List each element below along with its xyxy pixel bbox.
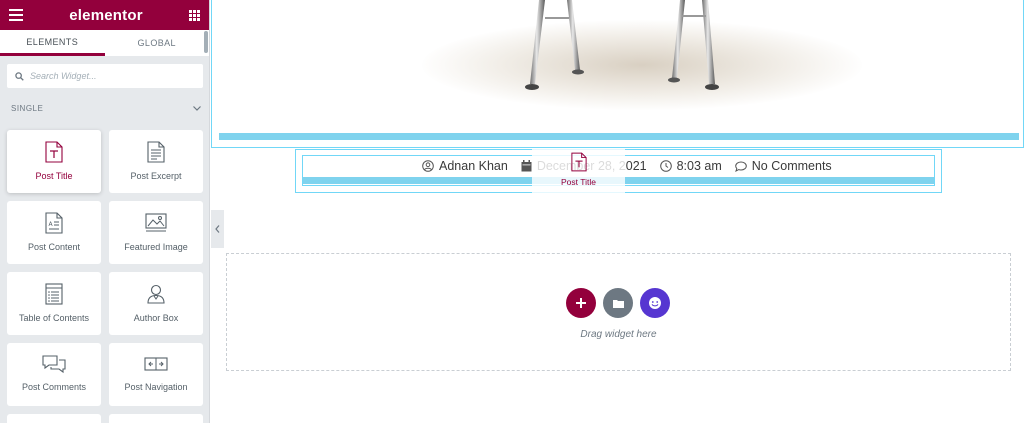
elementor-editor: elementor ELEMENTS GLOBAL SINGLE [0,0,1024,423]
chevron-left-icon [215,225,220,233]
widgets-grid-icon[interactable] [189,9,200,21]
user-circle-icon [422,160,439,172]
image-widget-drop-indicator [219,133,1019,140]
search-icon [15,71,24,81]
search-widget-input[interactable] [30,71,200,81]
category-single-header[interactable]: SINGLE [11,104,201,113]
tab-elements[interactable]: ELEMENTS [0,30,105,56]
post-title-icon [45,141,63,163]
widget-label: Author Box [133,313,179,323]
add-section-button[interactable] [566,288,596,318]
post-title-icon [570,152,587,172]
search-widget-box [7,64,203,88]
widget-label: Post Navigation [124,382,188,392]
widget-author-box[interactable]: Author Box [109,272,203,335]
panel-header: elementor [0,0,209,30]
meta-time[interactable]: 8:03 am [659,159,722,173]
elementor-logo: elementor [69,6,143,24]
meta-author[interactable]: Adnan Khan [422,159,508,173]
comment-icon [734,160,752,172]
tab-global[interactable]: GLOBAL [105,30,210,56]
kit-library-button[interactable] [640,288,670,318]
post-meta-row: Adnan Khan December 28, 2021 8:03 am No … [422,158,845,174]
meta-comments[interactable]: No Comments [734,159,832,173]
widget-post-navigation[interactable]: Post Navigation [109,343,203,406]
panel-tabs: ELEMENTS GLOBAL [0,30,209,56]
meta-comments-text: No Comments [751,159,832,173]
widget-post-excerpt[interactable]: Post Excerpt [109,130,203,193]
post-navigation-icon [144,354,168,374]
widget-partial[interactable] [7,414,101,423]
author-box-icon [145,283,167,305]
widget-post-content[interactable]: A Post Content [7,201,101,264]
widget-label: Table of Contents [18,313,90,323]
meta-author-name: Adnan Khan [439,159,508,173]
widget-label: Post Comments [21,382,87,392]
widget-label: Featured Image [124,242,188,252]
widget-grid: Post Title Post Excerpt A Post Content F… [7,130,204,423]
widget-post-title[interactable]: Post Title [7,130,101,193]
featured-image-icon [145,212,167,234]
widget-post-comments[interactable]: Post Comments [7,343,101,406]
dropzone-text: Drag widget here [580,329,657,340]
widget-partial[interactable] [109,414,203,423]
smiley-icon [648,296,662,310]
widget-label: Post Excerpt [130,171,182,181]
meta-time-text: 8:03 am [676,159,722,173]
panel-scrollbar[interactable] [204,31,208,53]
post-comments-icon [42,354,66,374]
dragged-widget-ghost[interactable]: Post Title [532,148,625,204]
widget-label: Post Content [27,242,81,252]
drag-ghost-label: Post Title [561,177,596,187]
table-of-contents-icon [45,283,63,305]
add-template-button[interactable] [603,288,633,318]
chair-legs-image [525,0,719,90]
folder-icon [612,299,624,308]
panel-collapse-handle[interactable] [211,210,224,248]
category-title: SINGLE [11,104,44,113]
widget-featured-image[interactable]: Featured Image [109,201,203,264]
hamburger-menu-icon[interactable] [9,9,23,21]
svg-text:A: A [49,221,54,228]
clock-icon [659,160,677,172]
chevron-down-icon [193,106,201,111]
featured-image-section[interactable] [211,0,1024,148]
widget-table-of-contents[interactable]: Table of Contents [7,272,101,335]
empty-section-dropzone[interactable]: Drag widget here [226,253,1011,371]
elementor-panel: elementor ELEMENTS GLOBAL SINGLE [0,0,210,423]
post-content-icon: A [45,212,63,234]
dropzone-buttons [566,288,677,318]
plus-icon [576,298,586,308]
widget-label: Post Title [35,171,73,181]
post-excerpt-icon [147,141,165,163]
